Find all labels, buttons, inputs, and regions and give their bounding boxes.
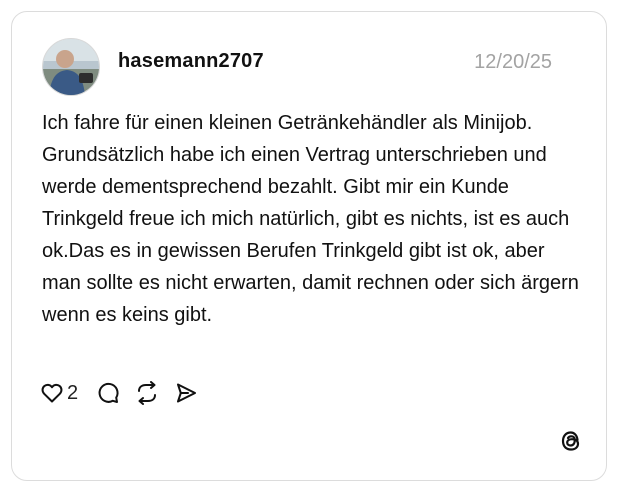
username[interactable]: hasemann2707 xyxy=(118,50,264,73)
avatar[interactable] xyxy=(42,38,100,96)
post-card: hasemann2707 12/20/25 Ich fahre für eine… xyxy=(11,11,607,481)
comment-icon xyxy=(96,381,120,405)
reply-button[interactable] xyxy=(96,381,120,405)
share-button[interactable] xyxy=(174,381,198,405)
repost-icon xyxy=(134,381,160,405)
threads-logo-icon xyxy=(557,427,585,455)
heart-icon xyxy=(40,381,64,405)
like-count: 2 xyxy=(67,381,79,404)
like-button[interactable]: 2 xyxy=(40,381,96,405)
send-icon xyxy=(174,381,198,405)
post-text: Ich fahre für einen kleinen Getränkehänd… xyxy=(42,112,579,326)
repost-button[interactable] xyxy=(134,381,160,405)
action-bar: 2 xyxy=(40,378,198,408)
post-date: 12/20/25 xyxy=(474,51,552,73)
